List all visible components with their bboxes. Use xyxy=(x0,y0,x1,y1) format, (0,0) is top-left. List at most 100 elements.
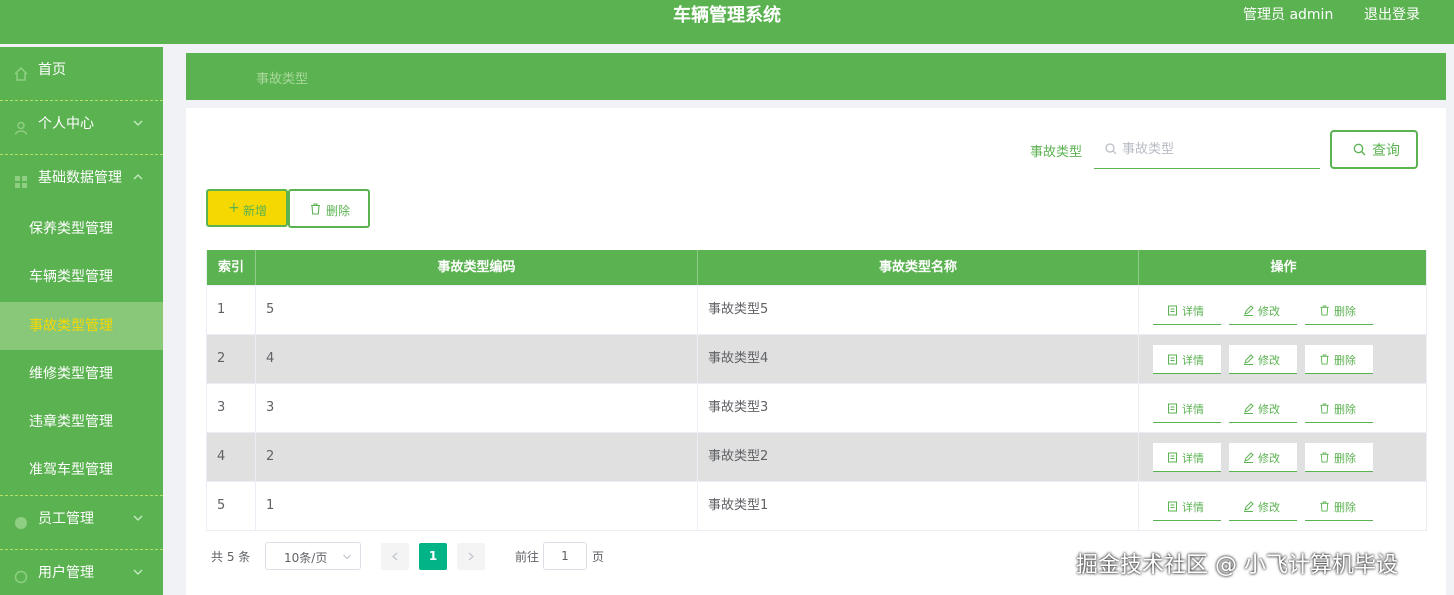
edit-icon xyxy=(1244,452,1254,463)
edit-button-label: 修改 xyxy=(1258,403,1280,416)
search-icon xyxy=(1105,143,1117,155)
delete-button-label: 删除 xyxy=(1334,403,1356,416)
cell-code: 4 xyxy=(256,335,698,384)
cell-index: 5 xyxy=(207,482,256,531)
trash-icon xyxy=(1320,354,1329,365)
delete-button-label: 删除 xyxy=(1334,305,1356,318)
query-button[interactable]: 查询 xyxy=(1330,130,1418,169)
page-size-select[interactable]: 10条/页 xyxy=(265,542,361,570)
cell-index: 1 xyxy=(207,286,256,335)
next-page-button[interactable] xyxy=(457,543,485,570)
document-icon xyxy=(1168,403,1177,414)
edit-button-label: 修改 xyxy=(1258,305,1280,318)
cell-name: 事故类型4 xyxy=(698,335,1139,384)
logout-link[interactable]: 退出登录 xyxy=(1364,4,1420,24)
detail-button-label: 详情 xyxy=(1182,501,1204,514)
chevron-down-icon xyxy=(343,554,351,560)
trash-icon xyxy=(1320,452,1329,463)
prev-page-button[interactable] xyxy=(381,543,409,570)
cell-name: 事故类型1 xyxy=(698,482,1139,531)
sidebar-item-label: 基础数据管理 xyxy=(38,170,122,186)
edit-button[interactable]: 修改 xyxy=(1229,296,1297,325)
breadcrumb: 事故类型 xyxy=(186,53,1446,100)
edit-button[interactable]: 修改 xyxy=(1229,443,1297,472)
detail-button-label: 详情 xyxy=(1182,403,1204,416)
sidebar-subitem-accident-type[interactable]: 事故类型管理 xyxy=(0,302,163,350)
delete-button[interactable]: 删除 xyxy=(1305,443,1373,472)
goto-label: 前往 xyxy=(515,550,540,564)
detail-button[interactable]: 详情 xyxy=(1153,394,1221,423)
search-icon xyxy=(1353,143,1366,156)
chevron-down-icon xyxy=(133,569,143,575)
page-number-current[interactable]: 1 xyxy=(419,543,447,570)
edit-icon xyxy=(1244,501,1254,512)
cell-name: 事故类型2 xyxy=(698,433,1139,482)
document-icon xyxy=(1168,501,1177,512)
sidebar-subitem-repair-type[interactable]: 维修类型管理 xyxy=(0,350,163,398)
cell-index: 2 xyxy=(207,335,256,384)
delete-button[interactable]: 删除 xyxy=(1305,345,1373,374)
row-actions: 详情 修改 删除 xyxy=(1139,433,1428,482)
row-actions: 详情 修改 删除 xyxy=(1139,335,1428,384)
chevron-down-icon xyxy=(133,515,143,521)
cell-index: 4 xyxy=(207,433,256,482)
edit-button-label: 修改 xyxy=(1258,501,1280,514)
sidebar-item-staff[interactable]: 员工管理 xyxy=(0,496,163,550)
edit-button-label: 修改 xyxy=(1258,452,1280,465)
sidebar-item-label: 员工管理 xyxy=(38,511,94,527)
search-input[interactable] xyxy=(1122,137,1312,161)
sidebar-subitem-maintenance-type[interactable]: 保养类型管理 xyxy=(0,205,163,253)
detail-button-label: 详情 xyxy=(1182,354,1204,367)
pagination-total: 共 5 条 xyxy=(211,550,251,564)
edit-button[interactable]: 修改 xyxy=(1229,492,1297,521)
accident-type-table: 索引 事故类型编码 事故类型名称 操作 1 5 事故类型5 详情 修改 删除 2… xyxy=(206,250,1427,531)
edit-icon xyxy=(1244,305,1254,316)
column-header-index: 索引 xyxy=(207,250,256,285)
column-header-code: 事故类型编码 xyxy=(256,250,698,285)
batch-delete-button[interactable]: 删除 xyxy=(288,189,370,228)
search-label: 事故类型 xyxy=(1030,145,1083,160)
sidebar-subitem-license-type[interactable]: 准驾车型管理 xyxy=(0,446,163,494)
sidebar-item-users[interactable]: 用户管理 xyxy=(0,550,163,595)
column-header-actions: 操作 xyxy=(1270,260,1297,275)
sidebar-subitem-violation-type[interactable]: 违章类型管理 xyxy=(0,398,163,446)
edit-icon xyxy=(1244,354,1254,365)
detail-button[interactable]: 详情 xyxy=(1153,345,1221,374)
cell-code: 1 xyxy=(256,482,698,531)
document-icon xyxy=(1168,305,1177,316)
chevron-right-icon xyxy=(468,552,474,561)
goto-page-input[interactable] xyxy=(543,542,587,570)
cell-name: 事故类型3 xyxy=(698,384,1139,433)
detail-button[interactable]: 详情 xyxy=(1153,443,1221,472)
table-header: 索引 事故类型编码 事故类型名称 操作 xyxy=(207,250,1426,285)
detail-button-label: 详情 xyxy=(1182,452,1204,465)
sidebar-subitem-label: 准驾车型管理 xyxy=(29,462,113,478)
sidebar: 首页 个人中心 基础数据管理 保养类型管理 车辆类型管理 事故类型管理 维修类型… xyxy=(0,47,163,595)
sidebar-subitem-vehicle-type[interactable]: 车辆类型管理 xyxy=(0,253,163,301)
edit-button[interactable]: 修改 xyxy=(1229,345,1297,374)
users-icon xyxy=(14,570,28,584)
detail-button[interactable]: 详情 xyxy=(1153,296,1221,325)
home-icon xyxy=(14,66,28,81)
sidebar-item-home[interactable]: 首页 xyxy=(0,47,163,101)
cell-index: 3 xyxy=(207,384,256,433)
table-row: 2 4 事故类型4 详情 修改 删除 xyxy=(207,334,1428,384)
sidebar-item-label: 个人中心 xyxy=(38,116,94,132)
user-icon xyxy=(14,121,28,135)
row-actions: 详情 修改 删除 xyxy=(1139,384,1428,433)
detail-button[interactable]: 详情 xyxy=(1153,492,1221,521)
add-button[interactable]: + 新增 xyxy=(206,189,288,227)
table-row: 1 5 事故类型5 详情 修改 删除 xyxy=(207,285,1426,335)
sidebar-item-personal-center[interactable]: 个人中心 xyxy=(0,101,163,155)
document-icon xyxy=(1168,452,1177,463)
delete-button[interactable]: 删除 xyxy=(1305,296,1373,325)
add-button-label: 新增 xyxy=(243,204,268,218)
staff-icon xyxy=(15,516,27,529)
sidebar-subitem-label: 违章类型管理 xyxy=(29,414,113,430)
delete-button[interactable]: 删除 xyxy=(1305,492,1373,521)
delete-button[interactable]: 删除 xyxy=(1305,394,1373,423)
search-field[interactable] xyxy=(1094,131,1320,169)
table-row: 3 3 事故类型3 详情 修改 删除 xyxy=(207,383,1428,433)
sidebar-item-base-data[interactable]: 基础数据管理 xyxy=(0,155,163,209)
edit-button[interactable]: 修改 xyxy=(1229,394,1297,423)
